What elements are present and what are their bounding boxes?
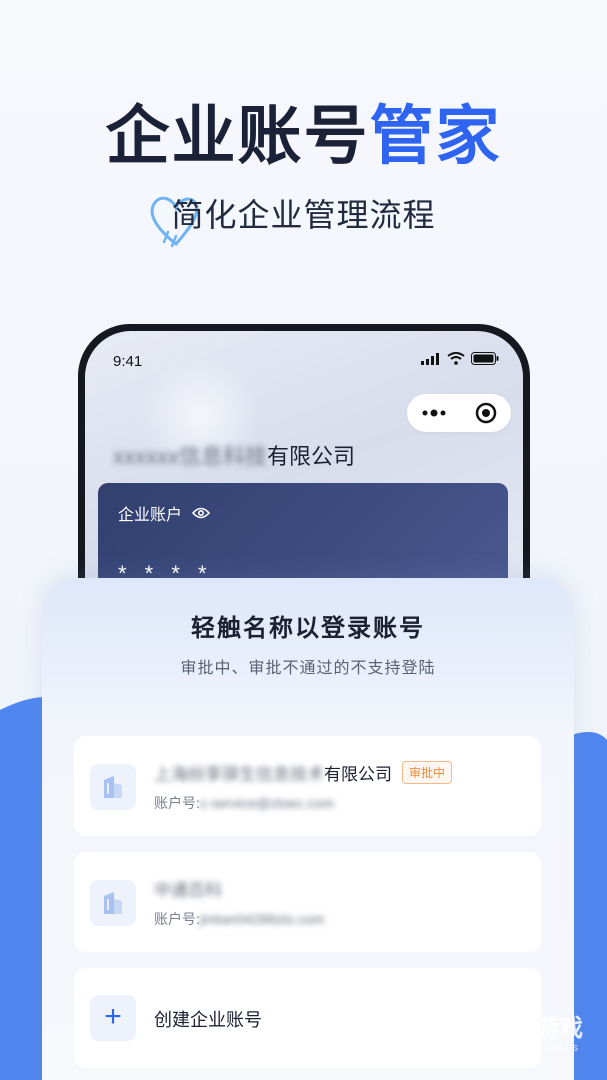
company-title: xxxxxx信息科技有限公司: [113, 439, 355, 471]
sheet-title: 轻触名称以登录账号: [191, 615, 425, 642]
eye-icon[interactable]: [192, 507, 211, 519]
battery-icon: [471, 352, 499, 365]
account-card-label: 企业账户: [118, 501, 488, 525]
account-number-value: c-service@ztoec.com: [199, 795, 334, 811]
account-name: 中通百科: [154, 876, 222, 901]
close-target-icon[interactable]: [475, 402, 497, 424]
account-number-label: 账户号:: [154, 795, 200, 811]
watermark: 仍玩游戏 Rengwan Games: [435, 1012, 583, 1058]
account-name-suffix: 有限公司: [324, 765, 392, 784]
building-icon: [90, 880, 136, 926]
watermark-text: 仍玩游戏 Rengwan Games: [487, 1015, 583, 1055]
account-item[interactable]: 中通百科 账户号:jintian04288zto.com: [74, 852, 541, 952]
miniprogram-capsule: [407, 394, 511, 432]
sheet-subtitle: 审批中、审批不通过的不支持登陆: [180, 660, 436, 677]
sheet-glow: [42, 578, 574, 718]
company-name-suffix: 有限公司: [267, 444, 356, 469]
company-name-blurred: xxxxxx信息科技: [113, 444, 268, 469]
account-number-value: jintian04288zto.com: [199, 911, 325, 927]
account-number: 账户号:jintian04288zto.com: [154, 909, 324, 929]
account-login-sheet: 轻触名称以登录账号 审批中、审批不通过的不支持登陆 上海纷享驿生信息技术有限公司…: [42, 578, 574, 1080]
headline: 企业账号管家: [0, 96, 607, 176]
status-badge: 审批中: [402, 761, 453, 784]
more-icon[interactable]: [421, 409, 447, 417]
account-name-blurred: 中通百科: [154, 881, 222, 900]
status-icons: [421, 352, 499, 365]
account-card-title: 企业账户: [118, 507, 183, 524]
account-number: 账户号:c-service@ztoec.com: [154, 793, 334, 813]
account-name-blurred: 上海纷享驿生信息技术: [154, 765, 324, 784]
signal-icon: [421, 352, 439, 365]
building-icon: [90, 764, 136, 810]
plus-icon: +: [90, 995, 136, 1041]
headline-part1: 企业账号: [105, 100, 370, 172]
subline: 简化企业管理流程: [171, 197, 436, 233]
account-number-label: 账户号:: [154, 911, 200, 927]
watermark-logo-icon: [437, 1014, 477, 1056]
wifi-icon: [447, 352, 465, 365]
account-name: 上海纷享驿生信息技术有限公司 审批中: [154, 760, 453, 785]
watermark-subtitle: Rengwan Games: [487, 1042, 579, 1054]
watermark-title: 仍玩游戏: [487, 1015, 583, 1042]
create-account-label: 创建企业账号: [154, 1010, 262, 1030]
account-item[interactable]: 上海纷享驿生信息技术有限公司 审批中 账户号:c-service@ztoec.c…: [74, 736, 541, 836]
headline-accent: 管家: [369, 100, 502, 172]
status-time: 9:41: [113, 353, 143, 370]
